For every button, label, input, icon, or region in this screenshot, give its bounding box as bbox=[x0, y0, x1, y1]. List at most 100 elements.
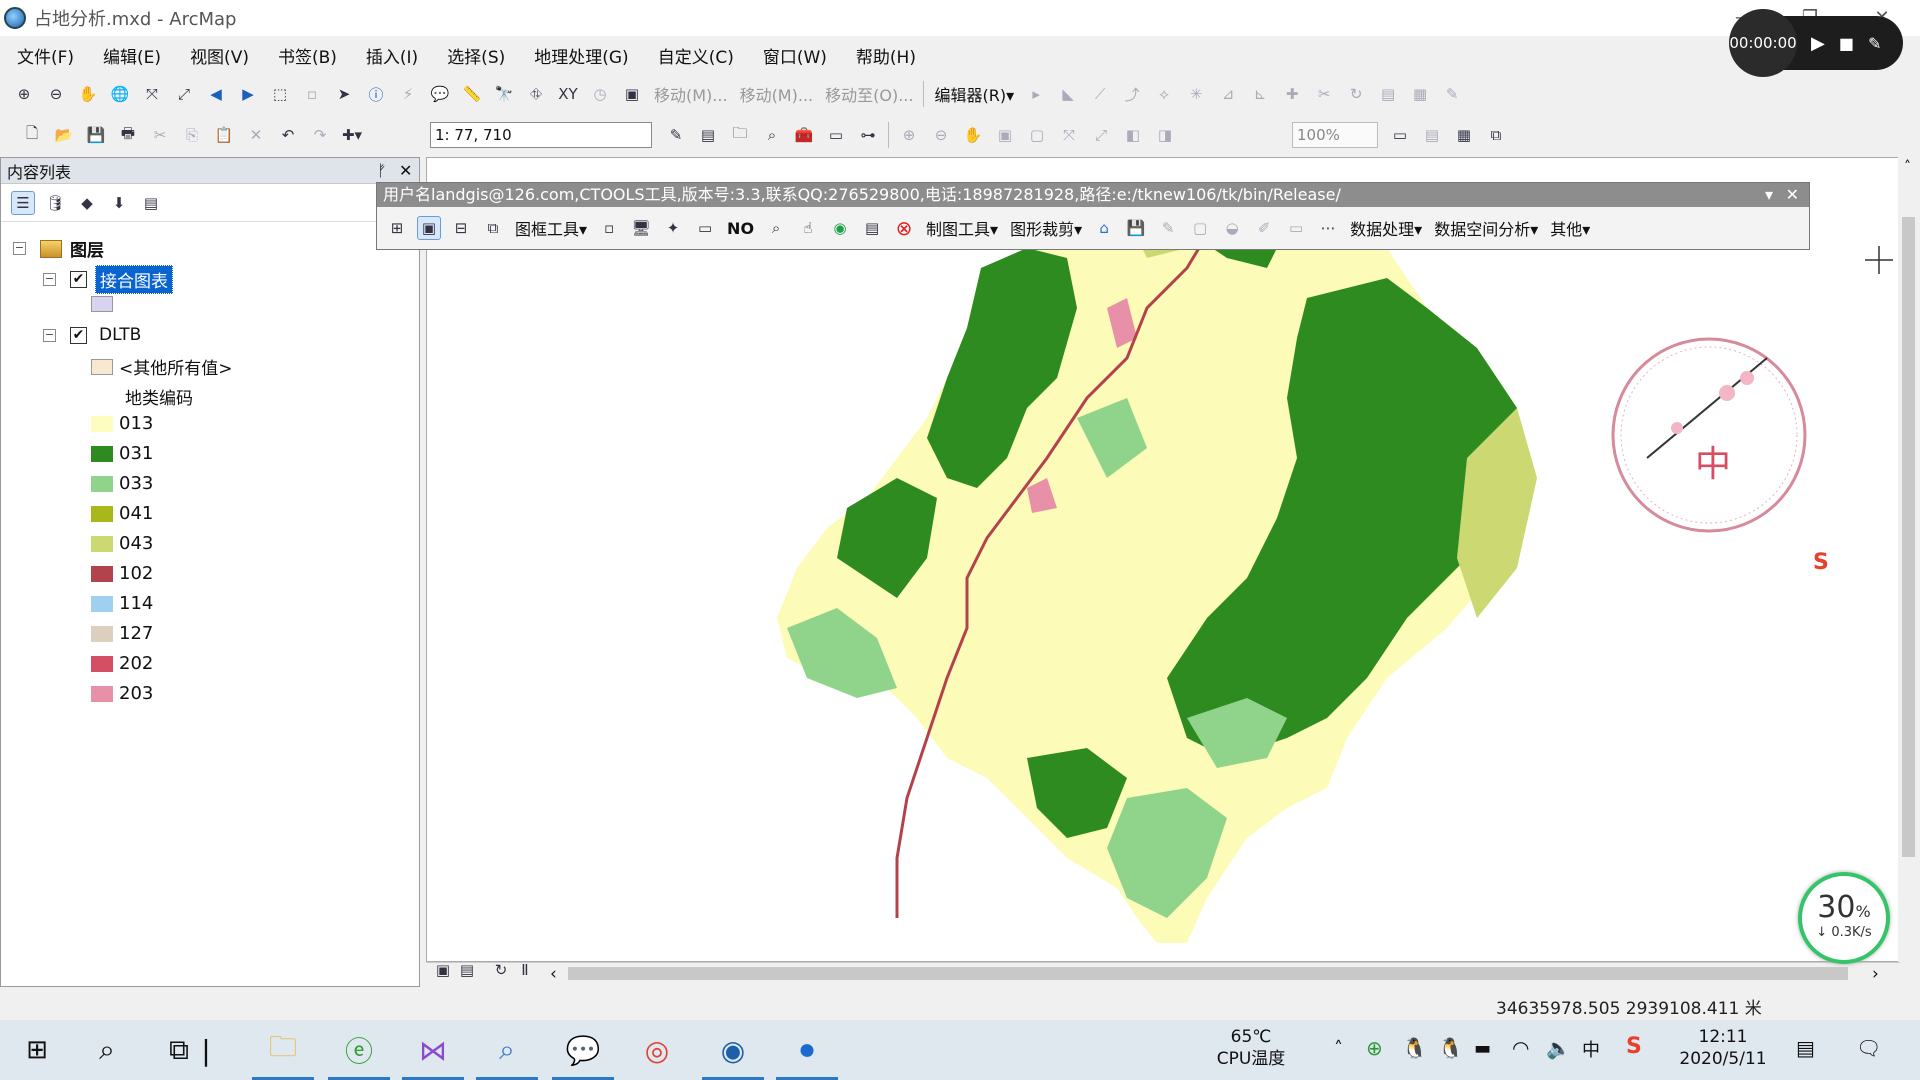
document-search-icon[interactable]: ⌕ bbox=[470, 1020, 544, 1080]
pause-drawing-icon[interactable]: Ⅱ bbox=[516, 961, 534, 979]
pen-icon[interactable]: ✎ bbox=[1868, 34, 1881, 53]
notes-icon[interactable]: ▤ bbox=[1796, 1036, 1815, 1060]
table-icon[interactable]: ▤ bbox=[860, 216, 884, 240]
select-elements-icon[interactable]: ➤ bbox=[332, 82, 356, 106]
python-window-icon[interactable]: ▭ bbox=[824, 123, 848, 147]
zoom-whole-page-icon[interactable]: ▣ bbox=[993, 123, 1017, 147]
legend-item[interactable]: 041 bbox=[91, 503, 153, 524]
trace-icon[interactable]: ⟡ bbox=[1152, 82, 1176, 106]
map-display[interactable]: 中 S bbox=[426, 157, 1900, 962]
tray-app-icon[interactable]: ⊕ bbox=[1366, 1036, 1383, 1060]
find-icon[interactable]: 🔭 bbox=[492, 82, 516, 106]
menu-customize[interactable]: 自定义(C) bbox=[641, 43, 746, 68]
search-window-icon[interactable]: ⌕ bbox=[760, 123, 784, 147]
search-globe-icon[interactable]: ⌕ bbox=[764, 216, 788, 240]
layer-symbol-swatch[interactable] bbox=[91, 296, 113, 312]
mapping-tools-menu[interactable]: 制图工具▾ bbox=[926, 216, 998, 240]
layout-zoom-out-icon[interactable]: ⊖ bbox=[929, 123, 953, 147]
end-point-arc-icon[interactable]: ⤴ bbox=[1120, 82, 1144, 106]
menu-bookmarks[interactable]: 书签(B) bbox=[261, 43, 349, 68]
time-slider-icon[interactable]: ◷ bbox=[588, 82, 612, 106]
scroll-right-icon[interactable]: › bbox=[1872, 964, 1879, 984]
fixed-zoom-out-icon[interactable]: ⤢ bbox=[172, 82, 196, 106]
layout-zoom-combobox[interactable]: 100% bbox=[1292, 122, 1378, 148]
menu-selection[interactable]: 选择(S) bbox=[430, 43, 517, 68]
layout-pan-icon[interactable]: ✋ bbox=[961, 123, 985, 147]
legend-item[interactable]: 102 bbox=[91, 563, 153, 584]
other-menu[interactable]: 其他▾ bbox=[1550, 216, 1590, 240]
list-by-source-icon[interactable]: 🛢 bbox=[43, 191, 67, 215]
edit-tool-icon[interactable]: ▸ bbox=[1024, 82, 1048, 106]
goto-xy-icon[interactable]: XY bbox=[556, 82, 580, 106]
menu-edit[interactable]: 编辑(E) bbox=[86, 43, 173, 68]
cut-polygons-icon[interactable]: ✚ bbox=[1280, 82, 1304, 106]
paste-icon[interactable]: 📋 bbox=[212, 123, 236, 147]
straight-segment-icon[interactable]: ⟋ bbox=[1088, 82, 1112, 106]
battery-icon[interactable]: ▬ bbox=[1474, 1038, 1491, 1059]
other-values-swatch[interactable] bbox=[91, 358, 113, 375]
file-explorer-icon[interactable]: 🗀 bbox=[246, 1020, 320, 1080]
point-icon[interactable]: ✳ bbox=[1184, 82, 1208, 106]
layer-visibility-checkbox[interactable]: ✔ bbox=[70, 326, 87, 344]
wechat-icon[interactable]: 💬 bbox=[546, 1020, 620, 1080]
refresh-icon[interactable]: ↻ bbox=[492, 961, 510, 979]
show-hidden-icons-icon[interactable]: ˄ bbox=[1334, 1038, 1343, 1059]
move-to-button[interactable]: 移动至(O)... bbox=[825, 82, 913, 106]
ctools-header[interactable]: 用户名landgis@126.com,CTOOLS工具,版本号:3.3,联系QQ… bbox=[377, 183, 1809, 207]
spatial-analysis-menu[interactable]: 数据空间分析▾ bbox=[1434, 216, 1538, 240]
pencil-icon[interactable]: ✐ bbox=[1252, 216, 1276, 240]
clock[interactable]: 12:11 2020/5/11 bbox=[1668, 1026, 1778, 1070]
layer-row-dltb[interactable]: − ✔ DLTB bbox=[43, 325, 141, 345]
layers-root-row[interactable]: − 图层 bbox=[13, 236, 104, 261]
volume-icon[interactable]: 🔈 bbox=[1546, 1036, 1571, 1060]
split-icon[interactable]: ✂ bbox=[1312, 82, 1336, 106]
vertical-scrollbar[interactable]: ˄ bbox=[1898, 157, 1920, 962]
collapse-icon[interactable]: − bbox=[43, 328, 56, 342]
focus-data-frame-icon[interactable]: ▤ bbox=[1420, 123, 1444, 147]
editor-menu-button[interactable]: 编辑器(R)▾ bbox=[934, 82, 1014, 106]
legend-swatch[interactable] bbox=[91, 565, 113, 582]
horizontal-scrollbar[interactable]: ▣ ▤ ↻ Ⅱ ‹ › bbox=[426, 961, 1900, 984]
create-features-icon[interactable]: ✎ bbox=[1440, 82, 1464, 106]
pin-icon[interactable]: ᚠ bbox=[377, 161, 387, 180]
menu-windows[interactable]: 窗口(W) bbox=[746, 43, 839, 68]
panel-icon[interactable]: ▭ bbox=[1284, 216, 1308, 240]
sogou-tray-icon[interactable]: S bbox=[1626, 1034, 1642, 1059]
list-by-visibility-icon[interactable]: ◆ bbox=[75, 191, 99, 215]
wifi-icon[interactable]: ◠ bbox=[1512, 1036, 1529, 1060]
select-features-icon[interactable]: ⬚ bbox=[268, 82, 292, 106]
list-by-selection-icon[interactable]: ⬇ bbox=[107, 191, 131, 215]
layout-zoom-in-icon[interactable]: ⊕ bbox=[897, 123, 921, 147]
sheet-icon[interactable]: ⊟ bbox=[449, 216, 473, 240]
redo-icon[interactable]: ↷ bbox=[308, 123, 332, 147]
measure-icon[interactable]: 📏 bbox=[460, 82, 484, 106]
network-speed-widget[interactable]: 30% ↓ 0.3K/s bbox=[1798, 872, 1890, 964]
vertical-scroll-thumb[interactable] bbox=[1902, 217, 1915, 857]
ctools-close-icon[interactable]: ✕ bbox=[1786, 183, 1799, 207]
delete-icon[interactable]: ✕ bbox=[244, 123, 268, 147]
find-route-icon[interactable]: ⛗ bbox=[524, 82, 548, 106]
map-frame-icon[interactable]: ▣ bbox=[417, 216, 441, 240]
menu-help[interactable]: 帮助(H) bbox=[839, 43, 928, 68]
sogou-ime-icon[interactable]: S bbox=[1807, 546, 1837, 576]
data-view-icon[interactable]: ▣ bbox=[434, 961, 452, 979]
arcmap-taskbar-icon[interactable]: ◉ bbox=[696, 1020, 770, 1080]
move-button-2[interactable]: 移动(M)... bbox=[740, 82, 814, 106]
full-extent-icon[interactable]: 🌐 bbox=[108, 82, 132, 106]
clip-menu[interactable]: 图形裁剪▾ bbox=[1010, 216, 1082, 240]
map-canvas[interactable]: 中 S bbox=[427, 158, 1901, 963]
back-icon[interactable]: ◀ bbox=[204, 82, 228, 106]
folder-icon[interactable]: ▭ bbox=[693, 216, 717, 240]
layer-name-selected[interactable]: 接合图表 bbox=[95, 265, 173, 294]
legend-item[interactable]: 203 bbox=[91, 683, 153, 704]
house-shape-icon[interactable]: ⌂ bbox=[1092, 216, 1116, 240]
computer-icon[interactable]: 🖥 bbox=[629, 216, 653, 240]
layer-row-index[interactable]: − ✔ 接合图表 bbox=[43, 265, 173, 294]
layout-view-icon[interactable]: ▤ bbox=[458, 961, 476, 979]
globe-icon[interactable]: ◉ bbox=[828, 216, 852, 240]
shape-icon[interactable]: ◒ bbox=[1220, 216, 1244, 240]
ctools-dropdown-icon[interactable]: ▾ bbox=[1765, 183, 1773, 207]
legend-swatch[interactable] bbox=[91, 505, 113, 522]
fixed-zoom-in-icon[interactable]: ⤧ bbox=[140, 82, 164, 106]
reshape-icon[interactable]: ⊾ bbox=[1248, 82, 1272, 106]
